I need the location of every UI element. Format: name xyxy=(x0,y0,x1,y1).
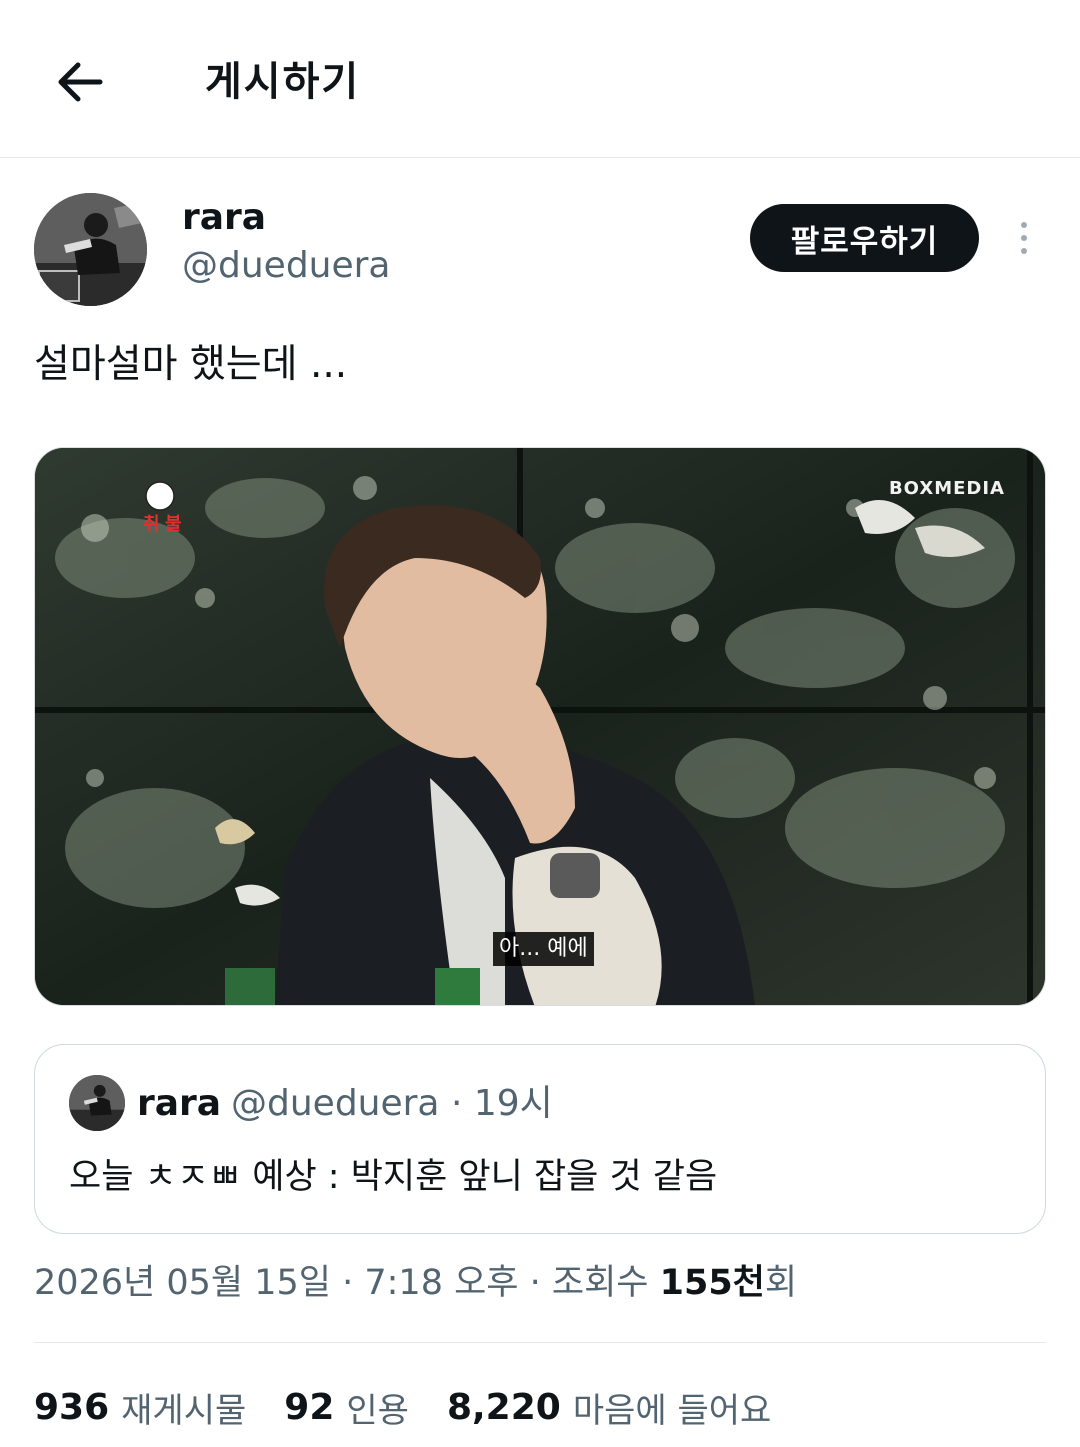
post-timestamp-views: 2026년 05월 15일 · 7:18 오후 · 조회수 155천회 xyxy=(34,1258,797,1308)
quoted-text: 오늘 ㅊㅈㅃ 예상 : 박지훈 앞니 잡을 것 같음 xyxy=(69,1157,718,1197)
views-count: 155천 xyxy=(659,1263,765,1303)
post-text: 설마설마 했는데 ... xyxy=(34,342,348,387)
quoted-display-name: rara xyxy=(137,1083,222,1124)
author-display-name[interactable]: rara xyxy=(182,195,266,241)
video-frame: 취 불 xyxy=(35,448,1045,1005)
post-datetime: 2026년 05월 15일 · 7:18 오후 · 조회수 xyxy=(34,1263,660,1303)
reposts-count: 936 xyxy=(34,1386,110,1428)
quoted-avatar xyxy=(69,1075,125,1131)
video-subtitle: 아... 예에 xyxy=(493,932,594,966)
likes-count: 8,220 xyxy=(446,1386,561,1428)
likes-stat[interactable]: 8,220 마음에 들어요 xyxy=(447,1383,771,1432)
quotes-stat[interactable]: 92 인용 xyxy=(284,1383,409,1432)
page-title: 게시하기 xyxy=(205,59,361,105)
follow-button[interactable]: 팔로우하기 xyxy=(750,204,979,272)
video-watermark: BOXMEDIA xyxy=(888,478,1005,499)
svg-text:불: 불 xyxy=(165,514,182,535)
post-author: rara @dueduera 팔로우하기 xyxy=(34,193,1046,308)
quotes-label: 인용 xyxy=(346,1390,409,1431)
avatar[interactable] xyxy=(34,193,147,306)
back-button[interactable] xyxy=(50,52,110,112)
post-media-video[interactable]: 취 불 BOXMEDIA 아... 예에 xyxy=(34,447,1046,1006)
arrow-left-icon xyxy=(58,62,103,102)
quoted-post[interactable]: rara @dueduera · 19시 오늘 ㅊㅈㅃ 예상 : 박지훈 앞니 … xyxy=(34,1044,1046,1234)
engagement-stats: 936 재게시물 92 인용 8,220 마음에 들어요 xyxy=(34,1382,809,1432)
views-suffix: 회 xyxy=(764,1263,798,1303)
divider xyxy=(34,1342,1046,1343)
reposts-stat[interactable]: 936 재게시물 xyxy=(34,1383,246,1432)
quoted-handle-time: @dueduera · 19시 xyxy=(231,1083,553,1124)
svg-text:취: 취 xyxy=(143,514,160,535)
quotes-count: 92 xyxy=(284,1386,335,1428)
more-vertical-icon xyxy=(1021,222,1027,228)
reposts-label: 재게시물 xyxy=(121,1390,247,1431)
top-bar: 게시하기 xyxy=(0,0,1080,158)
more-options-button[interactable] xyxy=(1004,213,1044,263)
likes-label: 마음에 들어요 xyxy=(572,1390,772,1431)
author-handle[interactable]: @dueduera xyxy=(182,243,391,289)
